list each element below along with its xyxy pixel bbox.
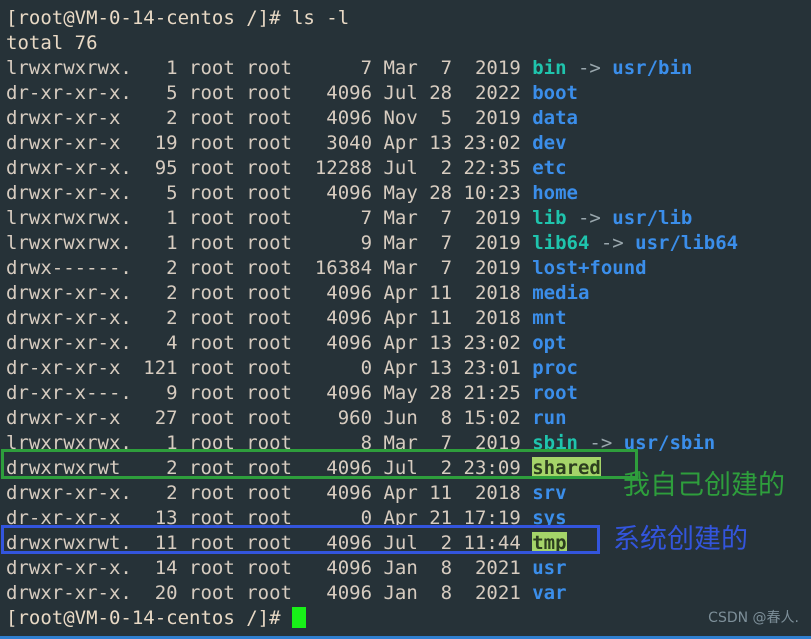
annotation-shared-note: 我自己创建的	[623, 470, 785, 501]
row-metadata: drwxr-xr-x. 20 root root 4096 Jan 8 2021	[6, 582, 533, 604]
entry-name[interactable]: lib64	[532, 232, 589, 254]
listing-row: dr-xr-xr-x 121 root root 0 Apr 13 23:01 …	[6, 356, 811, 381]
listing-row: drwxr-xr-x. 5 root root 4096 May 28 10:2…	[6, 181, 811, 206]
row-metadata: drwxr-xr-x 19 root root 3040 Apr 13 23:0…	[6, 132, 533, 154]
entry-name[interactable]: usr	[532, 557, 566, 579]
symlink-target[interactable]: usr/bin	[612, 57, 692, 79]
row-metadata: dr-xr-xr-x. 5 root root 4096 Jul 28 2022	[6, 82, 533, 104]
row-metadata: drwxr-xr-x. 14 root root 4096 Jan 8 2021	[6, 557, 533, 579]
row-metadata: dr-xr-xr-x 121 root root 0 Apr 13 23:01	[6, 357, 533, 379]
row-metadata: drwxr-xr-x. 2 root root 4096 Apr 11 2018	[6, 307, 533, 329]
total-line: total 76	[6, 31, 811, 56]
entry-name[interactable]: opt	[532, 332, 566, 354]
listing-row: lrwxrwxrwx. 1 root root 9 Mar 7 2019 lib…	[6, 231, 811, 256]
listing-row: drwxr-xr-x. 2 root root 4096 Apr 11 2018…	[6, 281, 811, 306]
row-metadata: lrwxrwxrwx. 1 root root 7 Mar 7 2019	[6, 207, 533, 229]
row-metadata: drwxr-xr-x. 95 root root 12288 Jul 2 22:…	[6, 157, 533, 179]
shell-prompt-trailing: [root@VM-0-14-centos /]#	[6, 607, 281, 629]
entry-name[interactable]: media	[532, 282, 589, 304]
symlink-arrow-icon: ->	[566, 57, 613, 79]
entry-name[interactable]: root	[532, 382, 578, 404]
terminal-window[interactable]: [root@VM-0-14-centos /]# ls -l total 76 …	[0, 0, 811, 639]
entry-name[interactable]: proc	[532, 357, 578, 379]
row-metadata: dr-xr-xr-x 13 root root 0 Apr 21 17:19	[6, 507, 533, 529]
listing-row: drwxr-xr-x 19 root root 3040 Apr 13 23:0…	[6, 131, 811, 156]
row-metadata: drwxr-xr-x. 4 root root 4096 Apr 13 23:0…	[6, 332, 533, 354]
listing-row: drwxr-xr-x. 4 root root 4096 Apr 13 23:0…	[6, 331, 811, 356]
listing-row: drwxr-xr-x 27 root root 960 Jun 8 15:02 …	[6, 406, 811, 431]
entry-name[interactable]: etc	[532, 157, 566, 179]
entry-name[interactable]: home	[532, 182, 578, 204]
listing-row: lrwxrwxrwx. 1 root root 8 Mar 7 2019 sbi…	[6, 431, 811, 456]
symlink-arrow-icon: ->	[589, 232, 636, 254]
entry-name[interactable]: boot	[532, 82, 578, 104]
command-line: [root@VM-0-14-centos /]# ls -l	[6, 6, 811, 31]
listing-row: dr-xr-x---. 9 root root 4096 May 28 21:2…	[6, 381, 811, 406]
command-text: ls -l	[280, 7, 350, 29]
symlink-arrow-icon: ->	[566, 207, 613, 229]
row-metadata: lrwxrwxrwx. 1 root root 7 Mar 7 2019	[6, 57, 533, 79]
listing-row: lrwxrwxrwx. 1 root root 7 Mar 7 2019 lib…	[6, 206, 811, 231]
row-metadata: lrwxrwxrwx. 1 root root 8 Mar 7 2019	[6, 432, 533, 454]
symlink-target[interactable]: usr/lib	[612, 207, 692, 229]
trailing-prompt-line: [root@VM-0-14-centos /]#	[6, 606, 811, 631]
listing-row: drwxr-xr-x. 2 root root 4096 Apr 11 2018…	[6, 306, 811, 331]
listing-row: lrwxrwxrwx. 1 root root 7 Mar 7 2019 bin…	[6, 56, 811, 81]
entry-name[interactable]: srv	[532, 482, 566, 504]
listing-row: drwx------. 2 root root 16384 Mar 7 2019…	[6, 256, 811, 281]
listing-row: drwxr-xr-x. 14 root root 4096 Jan 8 2021…	[6, 556, 811, 581]
row-metadata: drwxr-xr-x 27 root root 960 Jun 8 15:02	[6, 407, 533, 429]
entry-name[interactable]: sys	[532, 507, 566, 529]
entry-name[interactable]: sbin	[532, 432, 578, 454]
row-metadata: drwxr-xr-x. 5 root root 4096 May 28 10:2…	[6, 182, 533, 204]
row-metadata: drwxrwxrwt 2 root root 4096 Jul 2 23:09	[6, 457, 533, 479]
entry-name[interactable]: run	[532, 407, 566, 429]
row-metadata: drwxr-xr-x. 2 root root 4096 Apr 11 2018	[6, 482, 533, 504]
entry-name[interactable]: mnt	[532, 307, 566, 329]
listing-row: drwxr-xr-x 2 root root 4096 Nov 5 2019 d…	[6, 106, 811, 131]
listing-row: dr-xr-xr-x. 5 root root 4096 Jul 28 2022…	[6, 81, 811, 106]
entry-name[interactable]: data	[532, 107, 578, 129]
entry-name[interactable]: lib	[532, 207, 566, 229]
listing-row: drwxr-xr-x. 20 root root 4096 Jan 8 2021…	[6, 581, 811, 606]
watermark-text: CSDN @春人.	[708, 610, 799, 626]
entry-name[interactable]: shared	[532, 457, 601, 479]
total-text: total 76	[6, 32, 98, 54]
entry-name[interactable]: bin	[532, 57, 566, 79]
entry-name[interactable]: dev	[532, 132, 566, 154]
entry-name[interactable]: lost+found	[532, 257, 646, 279]
row-metadata: drwxr-xr-x 2 root root 4096 Nov 5 2019	[6, 107, 533, 129]
symlink-target[interactable]: usr/sbin	[624, 432, 716, 454]
row-metadata: drwxrwxrwt. 11 root root 4096 Jul 2 11:4…	[6, 532, 533, 554]
row-metadata: drwx------. 2 root root 16384 Mar 7 2019	[6, 257, 533, 279]
symlink-arrow-icon: ->	[577, 432, 624, 454]
entry-name[interactable]: tmp	[532, 532, 567, 554]
entry-name[interactable]: var	[532, 582, 566, 604]
row-metadata: drwxr-xr-x. 2 root root 4096 Apr 11 2018	[6, 282, 533, 304]
listing-row: drwxr-xr-x. 95 root root 12288 Jul 2 22:…	[6, 156, 811, 181]
symlink-target[interactable]: usr/lib64	[635, 232, 738, 254]
annotation-tmp-note: 系统创建的	[613, 524, 748, 555]
shell-prompt: [root@VM-0-14-centos /]#	[6, 7, 281, 29]
row-metadata: lrwxrwxrwx. 1 root root 9 Mar 7 2019	[6, 232, 533, 254]
row-metadata: dr-xr-x---. 9 root root 4096 May 28 21:2…	[6, 382, 533, 404]
text-cursor	[292, 607, 306, 628]
